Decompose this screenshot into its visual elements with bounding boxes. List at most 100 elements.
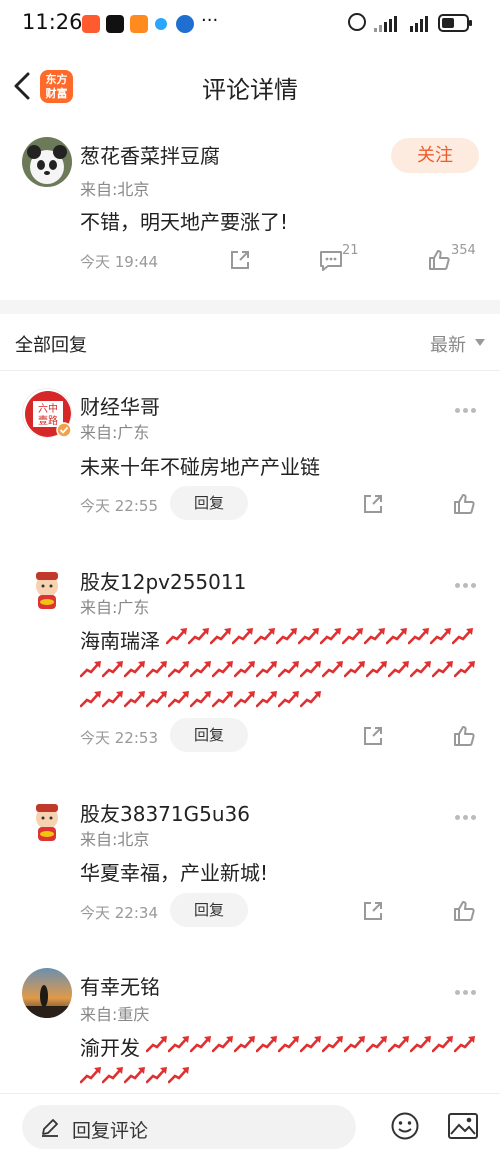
- main-content: 不错，明天地产要涨了!: [80, 210, 289, 234]
- like-icon[interactable]: [452, 724, 476, 748]
- reply-author-name[interactable]: 股友38371G5u36: [80, 798, 250, 827]
- stock-up-arrow-icon: [300, 661, 321, 678]
- avatar-god-of-wealth[interactable]: [22, 564, 72, 614]
- more-options-icon[interactable]: [455, 398, 479, 413]
- stock-up-arrow-icon: [210, 628, 231, 645]
- stock-up-arrow-icon: [454, 1036, 475, 1053]
- status-time: 11:26: [22, 10, 83, 34]
- stock-up-arrow-icon: [190, 661, 211, 678]
- more-options-icon[interactable]: [455, 573, 479, 588]
- page-title: 评论详情: [202, 76, 298, 104]
- svg-text:六中: 六中: [38, 402, 58, 415]
- comment-icon[interactable]: [318, 249, 344, 273]
- stock-up-arrow-icon: [80, 691, 101, 708]
- avatar-panda[interactable]: [22, 137, 72, 187]
- status-bar: 11:26 ···: [0, 0, 500, 48]
- stock-up-arrow-icon: [344, 1036, 365, 1053]
- stock-up-arrow-icon: [454, 661, 475, 678]
- reply-location: 来自:重庆: [80, 1005, 150, 1024]
- reply-comment-input[interactable]: 回复评论: [22, 1105, 356, 1149]
- image-icon[interactable]: [447, 1112, 479, 1140]
- main-author-name[interactable]: 葱花香菜拌豆腐: [80, 140, 220, 169]
- avatar-god-of-wealth[interactable]: [22, 796, 72, 846]
- stock-up-arrow-icon: [146, 1067, 167, 1084]
- reply-author-name[interactable]: 有幸无铭: [80, 971, 160, 1000]
- share-icon[interactable]: [361, 724, 385, 748]
- stock-up-arrow-icon: [212, 691, 233, 708]
- reply-comment-placeholder: 回复评论: [72, 1120, 149, 1142]
- stock-up-arrow-icon: [366, 661, 387, 678]
- more-notifications: ···: [201, 10, 219, 31]
- stock-up-arrow-icon: [410, 661, 431, 678]
- reply-author-name[interactable]: 财经华哥: [80, 391, 160, 420]
- stock-up-arrow-icon: [432, 1036, 453, 1053]
- reply-location: 来自:北京: [80, 830, 150, 849]
- comment-count: 21: [342, 243, 359, 258]
- stock-up-arrow-icon: [102, 691, 123, 708]
- stock-up-arrow-icon: [410, 1036, 431, 1053]
- share-icon[interactable]: [361, 492, 385, 516]
- share-icon[interactable]: [228, 248, 252, 272]
- reply-button[interactable]: 回复: [170, 893, 248, 927]
- stock-up-arrow-icon: [124, 1067, 145, 1084]
- stock-up-arrow-icon: [212, 661, 233, 678]
- share-icon[interactable]: [361, 899, 385, 923]
- browser-icon: [176, 15, 194, 33]
- god-of-wealth-icon: [36, 804, 58, 841]
- stock-up-arrow-icon: [344, 661, 365, 678]
- stock-up-emoji-row: [166, 626, 476, 648]
- stock-up-arrow-icon: [80, 661, 101, 678]
- alarm-icon: [348, 13, 366, 31]
- reply-author-name[interactable]: 股友12pv255011: [80, 566, 246, 595]
- main-location: 来自:北京: [80, 180, 150, 199]
- stock-up-arrow-icon: [278, 661, 299, 678]
- stock-up-arrow-icon: [232, 628, 253, 645]
- reply-content: 华夏幸福，产业新城!: [80, 861, 269, 885]
- stock-up-arrow-icon: [168, 1036, 189, 1053]
- stock-up-arrow-icon: [322, 661, 343, 678]
- more-options-icon[interactable]: [455, 980, 479, 995]
- stock-up-arrow-icon: [234, 661, 255, 678]
- more-options-icon[interactable]: [455, 805, 479, 820]
- dropdown-arrow-icon[interactable]: [474, 338, 486, 348]
- stock-up-arrow-icon: [452, 628, 473, 645]
- stock-up-arrow-icon: [388, 1036, 409, 1053]
- svg-text:壹路: 壹路: [38, 414, 58, 427]
- stock-up-emoji-row: [80, 1065, 476, 1087]
- stock-up-arrow-icon: [430, 628, 451, 645]
- reply-button[interactable]: 回复: [170, 486, 248, 520]
- stock-up-arrow-icon: [212, 1036, 233, 1053]
- stock-up-emoji-row: [146, 1034, 476, 1056]
- pencil-icon: [42, 1119, 58, 1137]
- like-icon[interactable]: [452, 899, 476, 923]
- like-icon[interactable]: [427, 248, 451, 272]
- emoji-icon[interactable]: [390, 1111, 420, 1141]
- stock-up-arrow-icon: [300, 691, 321, 708]
- stock-up-emoji-row: [80, 689, 476, 711]
- follow-button[interactable]: 关注: [391, 138, 479, 173]
- stock-up-arrow-icon: [322, 1036, 343, 1053]
- sort-dropdown[interactable]: 最新: [430, 331, 466, 357]
- stock-up-arrow-icon: [408, 628, 429, 645]
- stock-up-arrow-icon: [256, 661, 277, 678]
- stock-up-arrow-icon: [168, 661, 189, 678]
- reply-location: 来自:广东: [80, 598, 150, 617]
- stock-up-arrow-icon: [124, 661, 145, 678]
- stock-up-emoji-row: [80, 659, 476, 681]
- app-dot-icon: [155, 18, 167, 30]
- stock-up-arrow-icon: [276, 628, 297, 645]
- stock-up-arrow-icon: [80, 1067, 101, 1084]
- stock-up-arrow-icon: [146, 1036, 167, 1053]
- avatar-sunset[interactable]: [22, 968, 72, 1018]
- stock-up-arrow-icon: [102, 1067, 123, 1084]
- replies-title: 全部回复: [15, 335, 87, 356]
- like-icon[interactable]: [452, 492, 476, 516]
- stock-up-arrow-icon: [146, 661, 167, 678]
- stock-up-arrow-icon: [300, 1036, 321, 1053]
- like-count: 354: [451, 243, 476, 258]
- reply-button[interactable]: 回复: [170, 718, 248, 752]
- reply-location: 来自:广东: [80, 423, 150, 442]
- reply-time: 今天 22:55: [80, 497, 158, 515]
- stock-up-arrow-icon: [166, 628, 187, 645]
- stock-up-arrow-icon: [168, 1067, 189, 1084]
